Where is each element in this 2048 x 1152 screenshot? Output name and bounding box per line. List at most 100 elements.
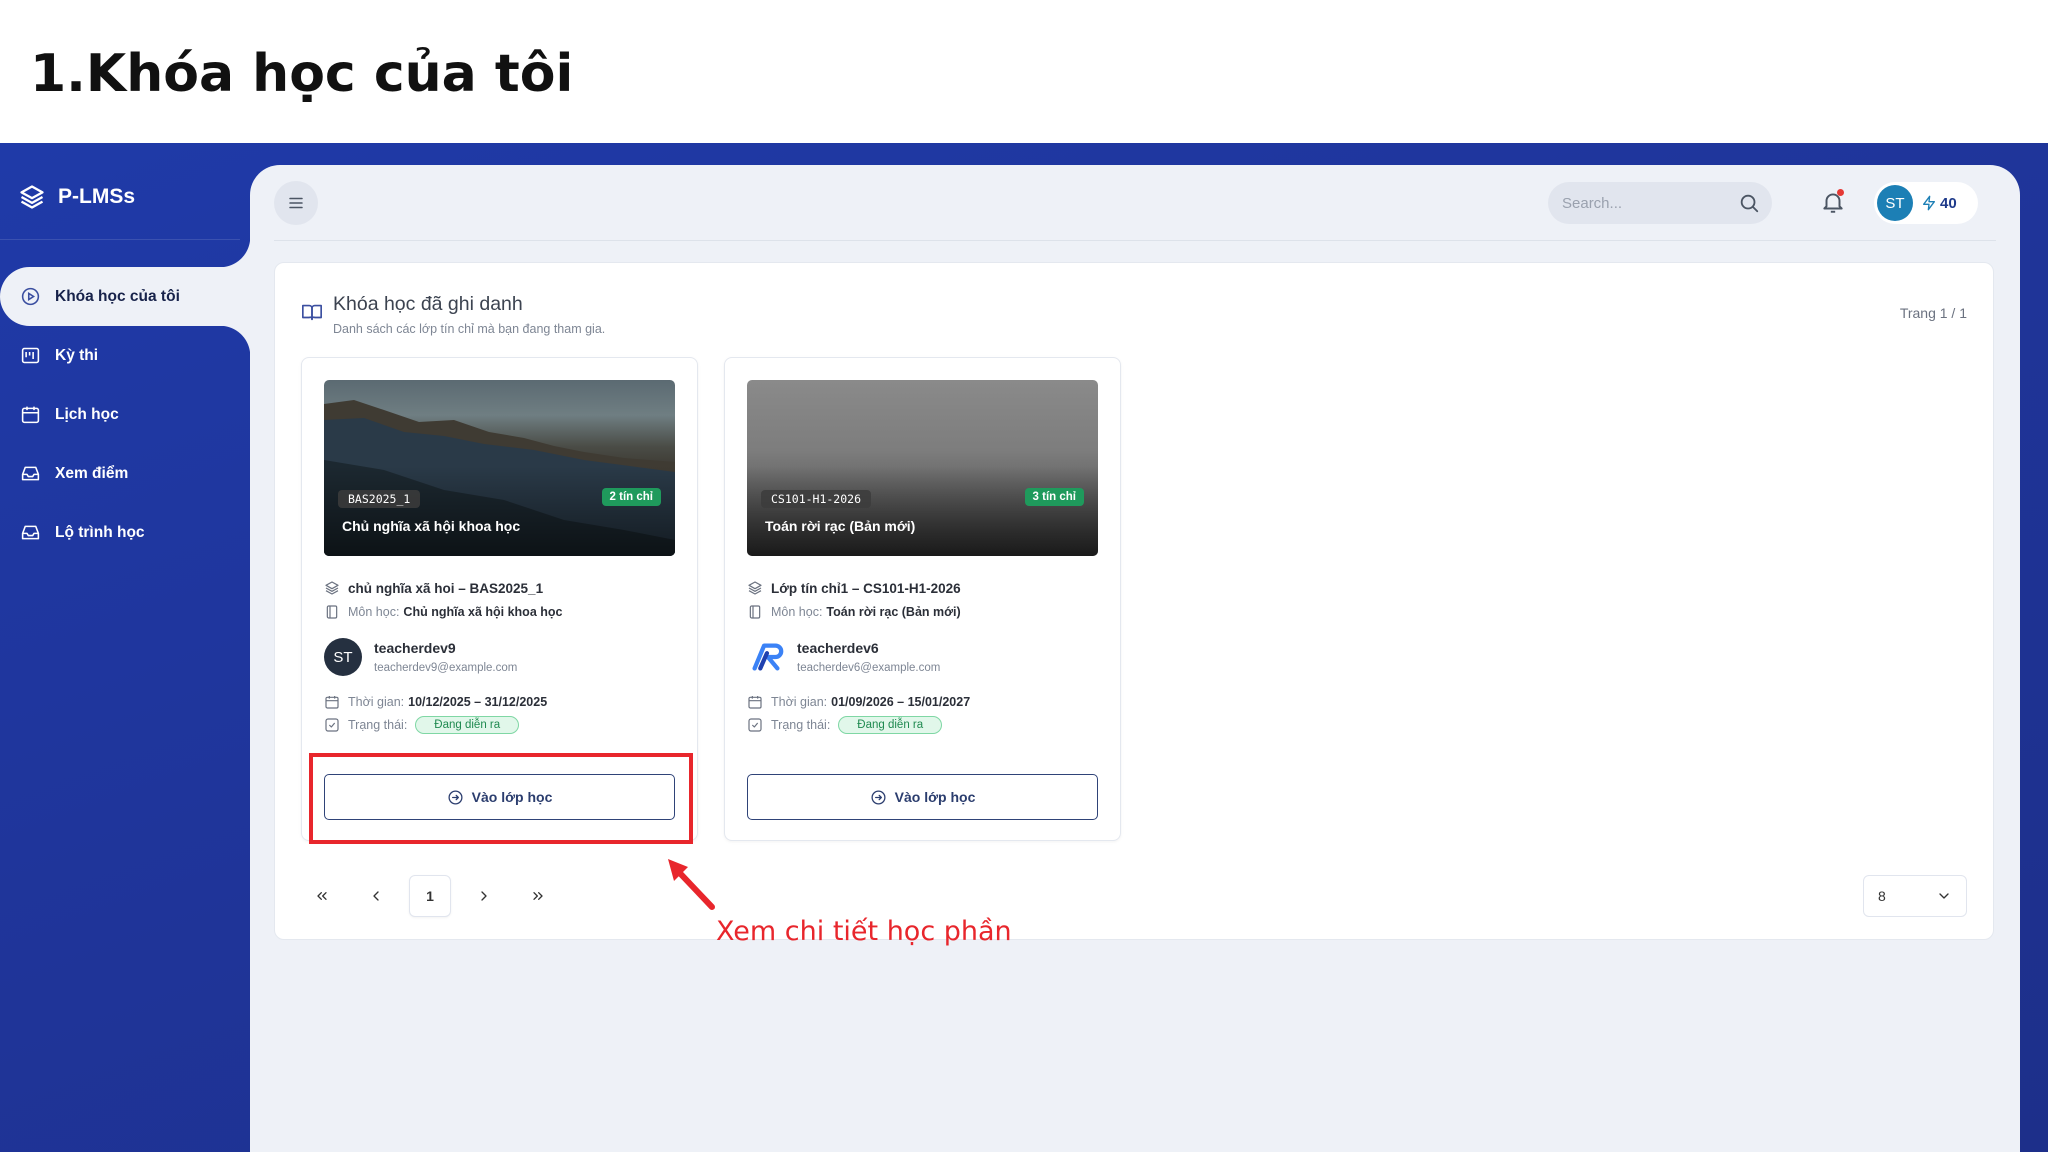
- sidebar-item-exams[interactable]: Kỳ thi: [0, 326, 250, 385]
- points-value: 40: [1940, 194, 1957, 212]
- notification-dot: [1837, 189, 1844, 196]
- calendar-icon: [748, 696, 762, 709]
- course-image-title: Toán rời rạc (Bản mới): [765, 518, 916, 534]
- check-square-icon: [325, 718, 339, 732]
- class-name-row: Lớp tín chỉ1 – CS101-H1-2026: [747, 580, 961, 596]
- subject-value: Chủ nghĩa xã hội khoa học: [403, 605, 563, 619]
- sidebar-item-grades[interactable]: Xem điểm: [0, 444, 250, 503]
- app-logo[interactable]: P-LMSs: [18, 183, 135, 211]
- calendar-icon: [21, 406, 40, 424]
- page-size-value: 8: [1878, 888, 1886, 904]
- panel-header: Khóa học đã ghi danh Danh sách các lớp t…: [301, 293, 605, 336]
- main-panel: ST 40 Khóa học đã ghi danh Danh sách các…: [250, 165, 2020, 1152]
- exam-board-icon: [21, 347, 40, 364]
- page-indicator: Trang 1 / 1: [1899, 305, 1967, 321]
- open-book-icon: [302, 304, 322, 321]
- time-value: 10/12/2025 – 31/12/2025: [408, 695, 548, 709]
- time-label: Thời gian:: [771, 695, 828, 709]
- sidebar-item-schedule[interactable]: Lịch học: [0, 385, 250, 444]
- credits-badge: 2 tín chỉ: [601, 488, 661, 506]
- chevron-left-icon: [373, 891, 379, 901]
- teacher-avatar: [747, 638, 785, 676]
- chevron-down-icon: [1939, 893, 1949, 899]
- teacher-info: ST teacherdev9 teacherdev9@example.com: [324, 638, 517, 676]
- pagination: 1: [301, 875, 559, 917]
- sidebar: P-LMSs Khóa học của tôi Kỳ thi Lịch học …: [0, 143, 250, 1152]
- course-card: CS101-H1-2026 3 tín chỉ Toán rời rạc (Bả…: [724, 357, 1121, 841]
- status-badge: Đang diễn ra: [415, 716, 520, 734]
- teacher-email: teacherdev6@example.com: [797, 662, 941, 674]
- slide-title: 1.Khóa học của tôi: [30, 44, 574, 104]
- prev-page-button[interactable]: [355, 875, 397, 917]
- calendar-icon: [325, 696, 339, 709]
- app-name: P-LMSs: [58, 185, 136, 208]
- arrow-right-circle-icon: [448, 789, 463, 805]
- sidebar-item-label: Khóa học của tôi: [55, 287, 180, 305]
- sidebar-nav: Khóa học của tôi Kỳ thi Lịch học Xem điể…: [0, 237, 250, 562]
- brand-logo-icon: [752, 643, 784, 671]
- teacher-info: teacherdev6 teacherdev6@example.com: [747, 638, 940, 676]
- time-row: Thời gian: 01/09/2026 – 15/01/2027: [747, 694, 970, 710]
- double-chevron-right-icon: [533, 892, 543, 900]
- status-row: Trạng thái: Đang diễn ra: [747, 716, 943, 734]
- book-icon: [326, 605, 338, 619]
- layers-icon: [748, 581, 762, 595]
- status-label: Trạng thái:: [348, 718, 408, 732]
- teacher-email: teacherdev9@example.com: [374, 662, 518, 674]
- divider: [0, 239, 240, 240]
- enter-class-label: Vào lớp học: [894, 789, 976, 805]
- page-number-button[interactable]: 1: [409, 875, 451, 917]
- time-row: Thời gian: 10/12/2025 – 31/12/2025: [324, 694, 547, 710]
- hamburger-icon: [289, 197, 303, 209]
- enter-class-button[interactable]: Vào lớp học: [324, 774, 675, 820]
- user-menu[interactable]: ST 40: [1874, 182, 1978, 224]
- subject-value: Toán rời rạc (Bản mới): [826, 605, 961, 619]
- enter-class-label: Vào lớp học: [471, 789, 553, 805]
- search-box: [1548, 182, 1772, 224]
- notification-button[interactable]: [1820, 189, 1846, 215]
- search-icon[interactable]: [1738, 192, 1760, 214]
- course-code-chip: BAS2025_1: [338, 490, 421, 508]
- arrow-right-circle-icon: [871, 789, 886, 805]
- class-name: chủ nghĩa xã hoi – BAS2025_1: [348, 580, 544, 596]
- sidebar-item-my-courses[interactable]: Khóa học của tôi: [0, 237, 250, 356]
- first-page-button[interactable]: [301, 875, 343, 917]
- time-label: Thời gian:: [348, 695, 405, 709]
- sidebar-item-label: Xem điểm: [55, 464, 129, 482]
- layers-icon: [325, 581, 339, 595]
- search-input[interactable]: [1562, 194, 1732, 212]
- panel-title: Khóa học đã ghi danh: [333, 293, 523, 315]
- play-circle-icon: [21, 287, 40, 306]
- subject-row: Môn học: Chủ nghĩa xã hội khoa học: [324, 604, 562, 620]
- lightning-icon: [1923, 195, 1935, 211]
- teacher-name: teacherdev6: [797, 640, 879, 656]
- next-page-button[interactable]: [463, 875, 505, 917]
- last-page-button[interactable]: [517, 875, 559, 917]
- course-image-title: Chủ nghĩa xã hội khoa học: [342, 518, 521, 534]
- points-badge: 40: [1921, 195, 1957, 212]
- menu-toggle-button[interactable]: [274, 181, 318, 225]
- subject-label: Môn học:: [771, 605, 823, 619]
- enter-class-button[interactable]: Vào lớp học: [747, 774, 1098, 820]
- course-code-chip: CS101-H1-2026: [761, 490, 872, 508]
- time-value: 01/09/2026 – 15/01/2027: [831, 695, 971, 709]
- double-chevron-left-icon: [317, 892, 327, 900]
- sidebar-item-label: Kỳ thi: [55, 346, 99, 364]
- course-cover-image: CS101-H1-2026 3 tín chỉ Toán rời rạc (Bả…: [747, 380, 1098, 556]
- chevron-right-icon: [481, 891, 487, 901]
- avatar: ST: [1877, 185, 1913, 221]
- status-badge: Đang diễn ra: [838, 716, 943, 734]
- credits-badge: 3 tín chỉ: [1024, 488, 1084, 506]
- sidebar-item-learning-path[interactable]: Lộ trình học: [0, 503, 250, 562]
- status-label: Trạng thái:: [771, 718, 831, 732]
- image-shade: [324, 466, 675, 556]
- course-cover-image: BAS2025_1 2 tín chỉ Chủ nghĩa xã hội kho…: [324, 380, 675, 556]
- course-card: BAS2025_1 2 tín chỉ Chủ nghĩa xã hội kho…: [301, 357, 698, 844]
- annotation-arrow-icon: [668, 859, 715, 910]
- class-name-row: chủ nghĩa xã hoi – BAS2025_1: [324, 580, 543, 596]
- page-size-select[interactable]: 8: [1863, 875, 1967, 917]
- annotation-text: Xem chi tiết học phần: [716, 916, 1012, 947]
- teacher-name: teacherdev9: [374, 640, 456, 656]
- topbar: ST 40: [274, 165, 1996, 241]
- image-shade: [747, 466, 1098, 556]
